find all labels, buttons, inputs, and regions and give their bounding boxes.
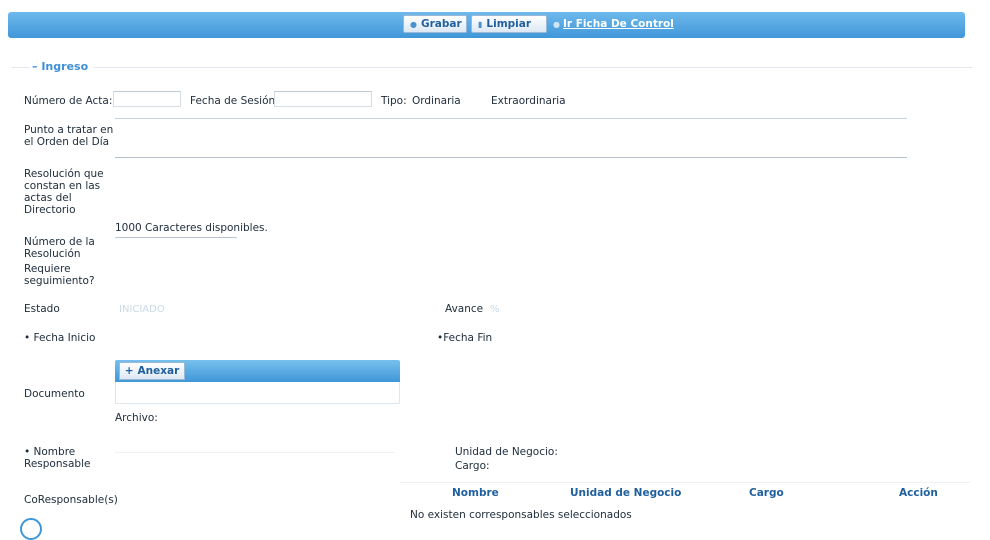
coresp-empty-text: No existen corresponsables seleccionados — [410, 509, 632, 521]
fecha-sesion-input[interactable] — [274, 91, 372, 107]
resolucion-label-3: actas del — [24, 192, 72, 204]
attach-panel-body — [115, 382, 400, 404]
tipo-ordinaria-option[interactable]: Ordinaria — [412, 95, 461, 107]
section-legend[interactable]: – Ingreso — [30, 60, 95, 73]
seguimiento-label-2: seguimiento? — [24, 275, 95, 287]
estado-value: INICIADO — [119, 304, 165, 315]
avance-value: % — [490, 304, 500, 315]
resolucion-label-4: Directorio — [24, 204, 76, 216]
estado-label: Estado — [24, 303, 60, 315]
save-button[interactable]: ● Grabar — [403, 15, 467, 33]
acta-input[interactable] — [113, 91, 181, 107]
save-icon: ● — [410, 19, 417, 29]
responsable-label-2: Responsable — [24, 458, 91, 470]
clear-icon: ▮ — [478, 19, 483, 29]
link-icon: ● — [553, 20, 560, 29]
collapse-icon: – — [32, 60, 38, 73]
resolucion-textarea[interactable] — [115, 160, 907, 218]
archivo-label: Archivo: — [115, 412, 158, 424]
punto-label-2: el Orden del Día — [24, 136, 110, 148]
unidad-negocio-label: Unidad de Negocio: — [455, 446, 558, 458]
num-resolucion-label-1: Número de la — [24, 236, 95, 248]
punto-label-1: Punto a tratar en — [24, 124, 114, 136]
responsable-input[interactable] — [115, 452, 395, 453]
seguimiento-label-1: Requiere — [24, 263, 71, 275]
num-resolucion-input[interactable] — [115, 237, 237, 242]
tipo-extraordinaria-option[interactable]: Extraordinaria — [491, 95, 566, 107]
col-nombre-header: Nombre — [452, 487, 499, 499]
col-accion-header: Acción — [899, 487, 938, 499]
fecha-inicio-label: • Fecha Inicio — [24, 332, 96, 344]
circle-icon[interactable] — [20, 518, 42, 540]
attach-panel-header: + Anexar — [115, 360, 400, 382]
coresponsables-label: CoResponsable(s) — [24, 494, 118, 506]
top-toolbar: ● Grabar ▮ Limpiar ● Ir Ficha De Control — [8, 12, 965, 38]
anexar-button[interactable]: + Anexar — [119, 362, 185, 380]
responsable-label-1: • Nombre — [24, 446, 76, 458]
fecha-fin-label: •Fecha Fin — [437, 332, 493, 344]
documento-label: Documento — [24, 388, 85, 400]
section-divider — [12, 67, 972, 68]
resolucion-label-2: constan en las — [24, 180, 101, 192]
clear-button[interactable]: ▮ Limpiar — [471, 15, 547, 33]
tipo-label: Tipo: — [381, 95, 407, 107]
acta-label: Número de Acta: — [24, 95, 113, 107]
col-unidad-header: Unidad de Negocio — [570, 487, 682, 499]
resolucion-label-1: Resolución que — [24, 168, 104, 180]
num-resolucion-label-2: Resolución — [24, 248, 81, 260]
punto-textarea[interactable] — [115, 118, 907, 158]
fecha-sesion-label: Fecha de Sesión: — [190, 95, 279, 107]
col-cargo-header: Cargo — [749, 487, 784, 499]
avance-label: Avance — [445, 303, 484, 315]
table-top-line — [400, 482, 970, 483]
control-sheet-link[interactable]: Ir Ficha De Control — [563, 18, 674, 30]
add-icon: + — [124, 365, 134, 377]
cargo-label: Cargo: — [455, 460, 490, 472]
chars-available-text: 1000 Caracteres disponibles. — [115, 222, 268, 234]
